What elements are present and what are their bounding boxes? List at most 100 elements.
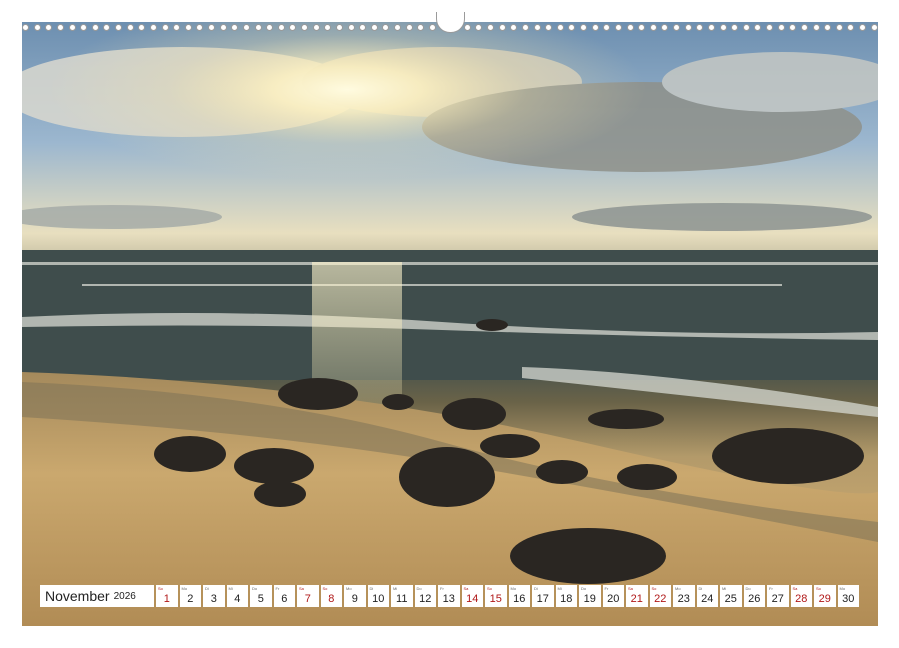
day-number: 21 (630, 593, 643, 605)
binding-ring (347, 23, 355, 31)
day-number: 24 (701, 593, 714, 605)
binding-ring (580, 23, 587, 31)
binding-ring (859, 23, 866, 31)
binding-ring (556, 23, 564, 31)
day-abbr: Di (698, 586, 703, 591)
binding-ring (126, 23, 134, 31)
binding-ring (870, 23, 878, 31)
calendar-strip: November 2026 So 1 Mo 2 Di 3 Mi 4 Do 5 Fr 6 Sa 7 So 8 Mo… (40, 585, 859, 607)
month-name: November (45, 588, 110, 604)
binding-ring (22, 23, 29, 31)
binding-ring (707, 23, 715, 31)
day-abbr: Fr (769, 586, 773, 591)
binding-ring (742, 23, 750, 31)
day-number: 3 (210, 593, 217, 605)
binding-ring (254, 23, 262, 31)
day-abbr: Sa (299, 586, 304, 591)
binding-ring (289, 23, 297, 31)
day-abbr: Do (252, 586, 258, 591)
day-number: 5 (257, 593, 264, 605)
day-cell: So 1 (156, 585, 178, 607)
day-abbr: Do (416, 586, 422, 591)
day-abbr: So (487, 586, 492, 591)
binding-ring (382, 23, 390, 31)
binding-ring (335, 23, 343, 31)
binding-ring (463, 23, 471, 31)
binding-ring (33, 23, 41, 31)
binding-ring (731, 23, 739, 31)
calendar-page: November 2026 So 1 Mo 2 Di 3 Mi 4 Do 5 Fr 6 Sa 7 So 8 Mo… (0, 0, 899, 648)
binding-ring (231, 23, 239, 31)
binding-ring (138, 23, 146, 31)
binding-ring (359, 23, 367, 31)
day-cell: Di 10 (367, 585, 389, 607)
day-abbr: Mi (228, 586, 233, 591)
day-cell: So 29 (814, 585, 836, 607)
binding-ring (68, 23, 76, 31)
day-number: 18 (560, 593, 573, 605)
day-number: 28 (795, 593, 808, 605)
binding-ring (242, 23, 250, 31)
binding-ring (835, 23, 843, 31)
binding-ring (847, 23, 855, 31)
binding-ring (161, 23, 169, 31)
day-number: 14 (466, 593, 479, 605)
binding-ring (184, 23, 192, 31)
month-label: November 2026 (40, 585, 154, 607)
day-number: 8 (328, 593, 335, 605)
day-abbr: Sa (792, 586, 798, 591)
day-abbr: Mo (675, 586, 681, 591)
binding-ring (696, 23, 704, 31)
day-number: 30 (842, 593, 855, 605)
day-cell: Fr 13 (438, 585, 460, 607)
day-number: 26 (748, 593, 761, 605)
binding-ring (603, 23, 611, 31)
day-abbr: Di (534, 586, 538, 591)
day-abbr: Di (205, 586, 209, 591)
day-cell: Mo 30 (837, 585, 859, 607)
binding-ring (196, 23, 204, 31)
day-number: 16 (513, 593, 526, 605)
photo-illustration (22, 22, 878, 626)
binding-ring (719, 23, 727, 31)
binding-ring (487, 23, 494, 31)
day-cell: Mo 2 (179, 585, 201, 607)
day-cell: Sa 28 (790, 585, 812, 607)
binding-ring (405, 23, 413, 31)
day-cell: Fr 27 (767, 585, 789, 607)
day-cell: So 15 (485, 585, 507, 607)
binding-ring (510, 23, 518, 31)
day-cell: Do 26 (743, 585, 765, 607)
day-cell: Sa 14 (461, 585, 483, 607)
binding-ring (428, 23, 436, 31)
day-abbr: Do (745, 586, 751, 591)
binding-ring (219, 23, 227, 31)
day-abbr: Mi (722, 586, 727, 591)
day-abbr: Do (581, 586, 587, 591)
day-abbr: So (651, 586, 657, 591)
day-number: 29 (818, 593, 831, 605)
day-abbr: So (816, 586, 821, 591)
binding-ring (498, 23, 506, 31)
day-cell: So 8 (320, 585, 342, 607)
day-cells: So 1 Mo 2 Di 3 Mi 4 Do 5 Fr 6 Sa 7 So 8 Mo 9 Di 10 Mi 11 Do 12 F… (156, 585, 859, 607)
day-abbr: Mi (393, 586, 398, 591)
day-number: 11 (396, 593, 408, 605)
day-abbr: Mo (839, 586, 846, 591)
day-number: 13 (442, 593, 455, 605)
day-abbr: Sa (463, 586, 469, 591)
binding-ring (684, 23, 692, 31)
binding-ring (103, 23, 111, 31)
binding-ring (80, 23, 88, 31)
day-cell: Sa 21 (626, 585, 648, 607)
day-cell: Fr 6 (273, 585, 295, 607)
binding-ring (149, 23, 157, 31)
binding-ring (568, 23, 576, 31)
day-cell: Do 5 (250, 585, 272, 607)
day-abbr: So (158, 586, 163, 591)
day-number: 20 (607, 593, 620, 605)
day-abbr: Fr (604, 586, 609, 591)
day-cell: Do 19 (579, 585, 601, 607)
binding-ring (766, 23, 773, 31)
day-abbr: Mi (557, 586, 562, 591)
